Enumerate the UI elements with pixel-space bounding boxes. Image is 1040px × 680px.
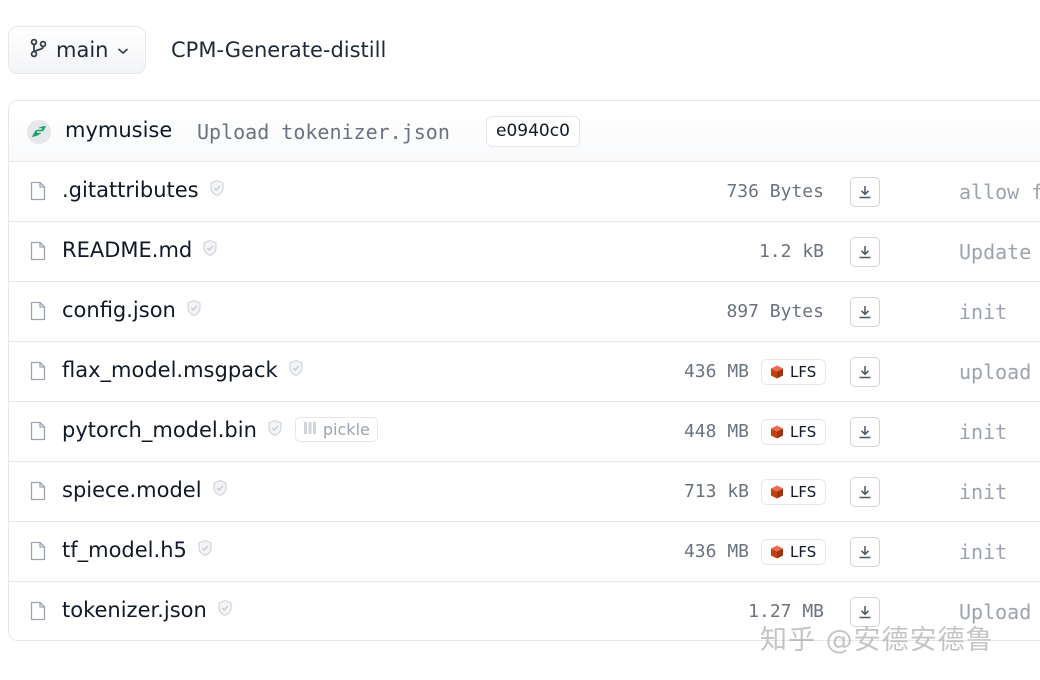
last-commit-bar: mymusise Upload tokenizer.json e0940c0 xyxy=(9,101,1040,162)
download-button[interactable] xyxy=(850,357,880,387)
file-row: config.json 897 Bytes init xyxy=(9,282,1040,342)
download-icon xyxy=(857,244,873,260)
branch-label: main xyxy=(56,38,109,62)
file-name-link[interactable]: flax_model.msgpack xyxy=(62,358,304,382)
download-button[interactable] xyxy=(850,477,880,507)
file-icon xyxy=(30,421,46,445)
file-icon xyxy=(30,541,46,565)
repo-name: CPM-Generate-distill xyxy=(171,38,387,62)
download-button[interactable] xyxy=(850,237,880,267)
shield-check-icon[interactable] xyxy=(212,478,228,502)
download-icon xyxy=(857,544,873,560)
download-button[interactable] xyxy=(850,417,880,447)
download-button[interactable] xyxy=(850,297,880,327)
file-size: 436 MB xyxy=(683,361,749,382)
file-name-link[interactable]: .gitattributes xyxy=(62,178,225,202)
lfs-cube-icon xyxy=(769,364,785,380)
file-name-link[interactable]: tokenizer.json xyxy=(62,598,233,622)
download-button[interactable] xyxy=(850,177,880,207)
last-commit-message[interactable]: init xyxy=(959,300,1007,324)
file-size: 448 MB xyxy=(683,421,749,442)
last-commit-message[interactable]: allow f xyxy=(959,180,1040,204)
file-icon xyxy=(30,181,46,205)
lfs-label: LFS xyxy=(790,423,817,441)
file-row: pytorch_model.bin pickle 448 MB LFS init xyxy=(9,402,1040,462)
avatar[interactable] xyxy=(27,120,51,144)
file-name[interactable]: README.md xyxy=(62,238,192,262)
lfs-label: LFS xyxy=(790,363,817,381)
lfs-cube-icon xyxy=(769,484,785,500)
file-row: README.md 1.2 kB Update xyxy=(9,222,1040,282)
shield-check-icon[interactable] xyxy=(209,178,225,202)
lfs-badge[interactable]: LFS xyxy=(761,539,826,565)
file-name[interactable]: config.json xyxy=(62,298,176,322)
shield-check-icon[interactable] xyxy=(288,358,304,382)
lfs-badge[interactable]: LFS xyxy=(761,419,826,445)
commit-hash-badge[interactable]: e0940c0 xyxy=(486,116,580,147)
file-size: 736 Bytes xyxy=(726,181,824,202)
pickle-icon xyxy=(303,420,317,439)
file-row: flax_model.msgpack 436 MB LFS upload xyxy=(9,342,1040,402)
shield-check-icon[interactable] xyxy=(267,418,283,442)
shield-check-icon[interactable] xyxy=(186,298,202,322)
last-commit-message[interactable]: init xyxy=(959,540,1007,564)
lfs-cube-icon xyxy=(769,424,785,440)
file-size: 436 MB xyxy=(683,541,749,562)
lfs-label: LFS xyxy=(790,543,817,561)
file-icon xyxy=(30,241,46,265)
file-name-link[interactable]: README.md xyxy=(62,238,218,262)
file-size: 713 kB xyxy=(683,481,749,502)
pickle-badge[interactable]: pickle xyxy=(294,416,378,442)
file-name[interactable]: flax_model.msgpack xyxy=(62,358,278,382)
file-icon xyxy=(30,361,46,385)
file-name-link[interactable]: spiece.model xyxy=(62,478,228,502)
watermark: 知乎 @安德安德鲁 xyxy=(760,625,994,656)
file-name-link[interactable]: config.json xyxy=(62,298,202,322)
commit-author[interactable]: mymusise xyxy=(65,118,172,142)
file-icon xyxy=(30,601,46,625)
download-icon xyxy=(857,184,873,200)
download-icon xyxy=(857,304,873,320)
file-size: 897 Bytes xyxy=(726,301,824,322)
git-branch-icon xyxy=(29,38,47,62)
chevron-down-icon xyxy=(117,41,129,60)
download-icon xyxy=(857,484,873,500)
lfs-badge[interactable]: LFS xyxy=(761,359,826,385)
branch-selector-button[interactable]: main xyxy=(8,26,146,74)
download-button[interactable] xyxy=(850,537,880,567)
file-name[interactable]: tf_model.h5 xyxy=(62,538,187,562)
download-icon xyxy=(857,364,873,380)
file-name[interactable]: .gitattributes xyxy=(62,178,199,202)
commit-message[interactable]: Upload tokenizer.json xyxy=(197,120,450,144)
shield-check-icon[interactable] xyxy=(197,538,213,562)
file-row: .gitattributes 736 Bytes allow f xyxy=(9,162,1040,222)
pickle-label: pickle xyxy=(322,419,370,439)
file-name-link[interactable]: tf_model.h5 xyxy=(62,538,213,562)
file-row: tf_model.h5 436 MB LFS init xyxy=(9,522,1040,582)
lfs-cube-icon xyxy=(769,544,785,560)
file-size: 1.2 kB xyxy=(758,241,824,262)
file-name[interactable]: pytorch_model.bin xyxy=(62,418,257,442)
file-table: mymusise Upload tokenizer.json e0940c0 .… xyxy=(8,100,1040,641)
last-commit-message[interactable]: init xyxy=(959,480,1007,504)
last-commit-message[interactable]: init xyxy=(959,420,1007,444)
file-icon xyxy=(30,481,46,505)
file-name[interactable]: tokenizer.json xyxy=(62,598,207,622)
last-commit-message[interactable]: Update xyxy=(959,240,1031,264)
lfs-label: LFS xyxy=(790,483,817,501)
file-icon xyxy=(30,301,46,325)
file-row: spiece.model 713 kB LFS init xyxy=(9,462,1040,522)
shield-check-icon[interactable] xyxy=(202,238,218,262)
download-icon xyxy=(857,424,873,440)
file-name-link[interactable]: pytorch_model.bin pickle xyxy=(62,416,378,442)
shield-check-icon[interactable] xyxy=(217,598,233,622)
last-commit-message[interactable]: upload xyxy=(959,360,1031,384)
file-name[interactable]: spiece.model xyxy=(62,478,202,502)
lfs-badge[interactable]: LFS xyxy=(761,479,826,505)
